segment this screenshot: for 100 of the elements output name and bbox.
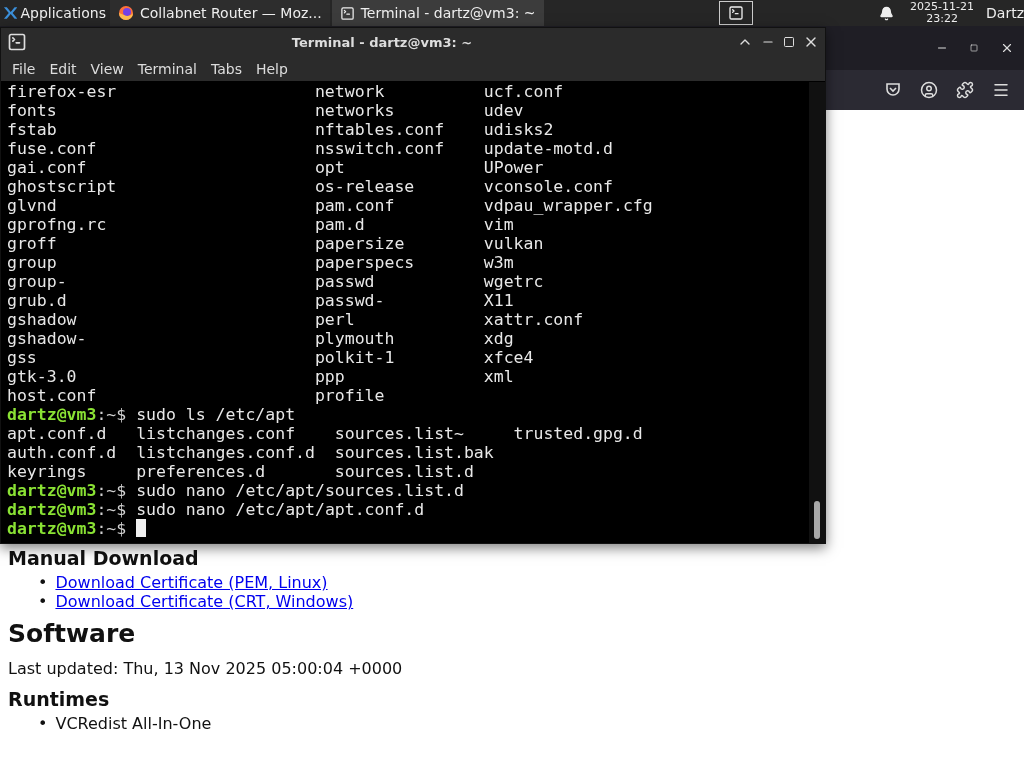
menu-item[interactable]: Terminal [130,60,204,77]
menu-icon[interactable] [992,81,1010,99]
file-name: nftables.conf [314,120,445,139]
file-name: xml [483,367,514,386]
prompt-path: :~$ [96,481,127,500]
file-name: plymouth [314,329,395,348]
terminal-icon [728,5,745,21]
download-link[interactable]: Download Certificate (CRT, Windows) [55,592,354,611]
file-name: group- [7,272,67,291]
menu-item[interactable]: File [5,60,43,77]
file-name: gtk-3.0 [7,367,77,386]
terminal-icon [339,5,355,21]
file-name: host.conf [7,386,97,405]
file-name: groff [7,234,57,253]
file-name: grub.d [7,291,67,310]
file-name: xfce4 [483,348,534,367]
file-name: papersize [314,234,405,253]
file-name: nsswitch.conf [314,139,445,158]
file-name: perl [314,310,355,329]
maximize-icon[interactable] [783,36,795,48]
file-name: wgetrc [483,272,544,291]
menu-item[interactable]: Edit [42,60,84,77]
file-name: xattr.conf [483,310,584,329]
maximize-icon[interactable] [970,44,978,52]
file-name: w3m [483,253,514,272]
clock[interactable]: 2025-11-21 23:22 [910,1,975,25]
file-name: sources.list~ [334,424,464,443]
terminal-icon [7,32,27,52]
file-name: gprofng.rc [7,215,107,234]
file-name: X11 [483,291,514,310]
subsection-heading: Manual Download [8,547,200,569]
close-icon[interactable] [1000,41,1014,55]
file-name: xdg [483,329,514,348]
file-name: gshadow [7,310,77,329]
browser-logo-icon [118,5,134,21]
user-name[interactable]: Dartz [986,5,1024,21]
file-name: sources.list.bak [334,443,494,462]
notification-bell-icon[interactable] [879,5,895,21]
file-name: sources.list.d [334,462,474,481]
file-name: apt.conf.d [7,424,107,443]
file-name: opt [314,158,345,177]
file-name: listchanges.conf.d [136,443,315,462]
scrollbar[interactable] [809,82,825,543]
section-heading: Software [8,619,137,649]
command-text: sudo ls /etc/apt [136,405,296,424]
file-name: ucf.conf [483,82,564,101]
extensions-icon[interactable] [956,81,974,99]
bullet: • [38,573,48,592]
file-name: fonts [7,101,57,120]
file-name: ghostscript [7,177,117,196]
file-name: trusted.gpg.d [513,424,643,443]
file-name: networks [314,101,395,120]
taskbar-button[interactable]: Collabnet Router — Moz... [110,0,330,26]
file-name: fstab [7,120,57,139]
last-updated-text: Last updated: Thu, 13 Nov 2025 05:00:04 +0000 [8,659,404,678]
file-name: vulkan [483,234,544,253]
terminal-launcher[interactable] [719,1,754,25]
file-name: udisks2 [483,120,554,139]
pocket-icon[interactable] [884,81,902,99]
menu-item[interactable]: Tabs [203,60,249,77]
account-icon[interactable] [920,81,938,99]
file-name: network [314,82,385,101]
file-name: update-motd.d [483,139,613,158]
file-name: pam.conf [314,196,395,215]
file-name: keyrings [7,462,87,481]
subsection-heading: Runtimes [8,688,111,710]
file-name: ppp [314,367,345,386]
prompt-user: dartz@vm3 [7,405,97,424]
applications-menu[interactable]: Applications [0,0,110,26]
prompt-user: dartz@vm3 [7,500,97,519]
file-name: os-release [314,177,415,196]
prompt-path: :~$ [96,405,127,424]
file-name: pam.d [314,215,365,234]
file-name: glvnd [7,196,57,215]
bullet: • [38,714,48,733]
file-name: fuse.conf [7,139,97,158]
file-name: gai.conf [7,158,87,177]
file-name: preferences.d [136,462,266,481]
list-item: VCRedist All-In-One [55,714,212,733]
file-name: firefox-esr [7,82,117,101]
prompt-user: dartz@vm3 [7,519,97,538]
file-name: passwd [314,272,375,291]
prompt-user: dartz@vm3 [7,481,97,500]
file-name: vim [483,215,514,234]
file-name: listchanges.conf [136,424,296,443]
file-name: group [7,253,57,272]
file-name: auth.conf.d [7,443,117,462]
file-name: paperspecs [314,253,415,272]
prompt-path: :~$ [96,500,127,519]
file-name: passwd- [314,291,385,310]
file-name: UPower [483,158,544,177]
command-text: sudo nano /etc/apt/apt.conf.d [136,500,425,519]
file-name: udev [483,101,524,120]
menu-item[interactable]: Help [248,60,295,77]
file-name: polkit-1 [314,348,395,367]
menu-item[interactable]: View [83,60,131,77]
prompt-path: :~$ [96,519,127,538]
download-link[interactable]: Download Certificate (PEM, Linux) [55,573,328,592]
file-name: profile [314,386,385,405]
taskbar-button[interactable]: Terminal - dartz@vm3: ~ [331,0,544,26]
